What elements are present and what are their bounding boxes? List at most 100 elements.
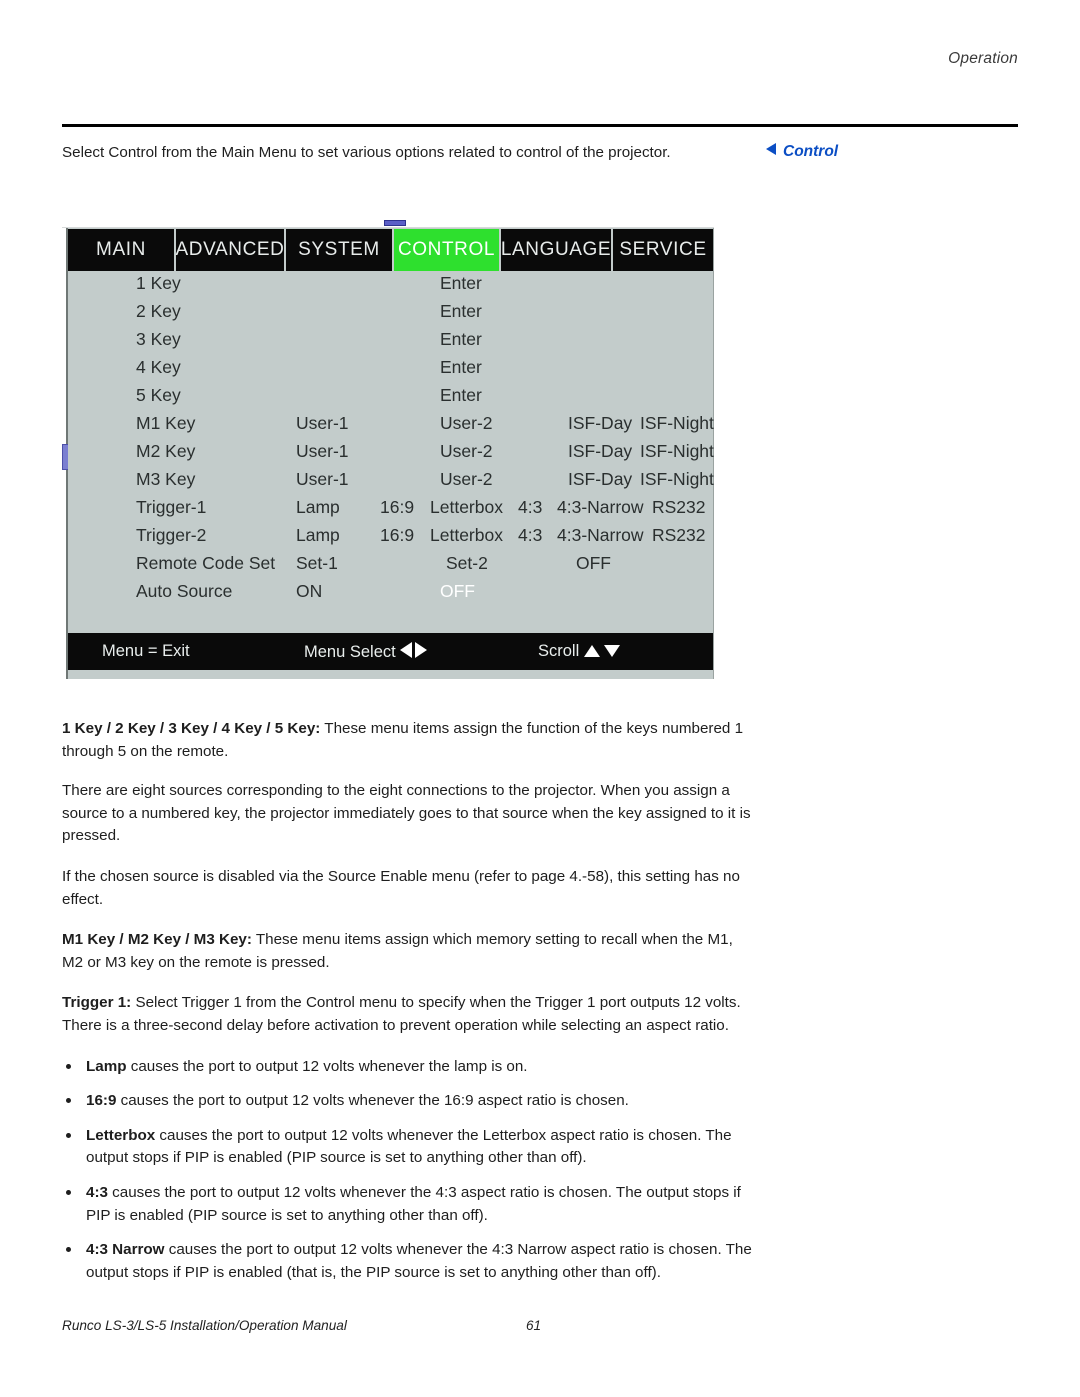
osd-row-option[interactable]: ISF-Night [640,469,714,490]
osd-row-option[interactable]: 16:9 [380,497,414,518]
trigger-option-name: 16:9 [86,1092,117,1110]
osd-menu-row[interactable]: M3 Key User-1 User-2 ISF-Day ISF-Night [68,467,714,495]
trigger-option-item: 4:3 Narrow causes the port to output 12 … [62,1239,752,1284]
bullet-dot-icon [66,1098,71,1104]
document-page: Operation Select Control from the Main M… [0,0,1080,1397]
osd-row-option[interactable]: 4:3-Narrow [557,497,644,518]
intro-paragraph: Select Control from the Main Menu to set… [62,144,671,161]
osd-row-option[interactable]: User-2 [440,469,493,490]
osd-row-option[interactable]: ON [296,581,322,602]
trigger-option-name: 4:3 [86,1183,108,1201]
trigger-option-description: causes the port to output 12 volts whene… [86,1126,732,1167]
osd-row-option[interactable]: OFF [576,553,611,574]
osd-row-option[interactable]: Enter [440,301,482,322]
paragraph-trigger1-lead: Trigger 1: [62,994,132,1012]
bullet-dot-icon [66,1247,71,1253]
tab-service[interactable]: SERVICE [613,229,713,271]
paragraph-keys: 1 Key / 2 Key / 3 Key / 4 Key / 5 Key: T… [62,718,752,763]
osd-row-option[interactable]: Enter [440,357,482,378]
osd-row-option[interactable]: 4:3 [518,497,542,518]
osd-row-option[interactable]: ISF-Night [640,441,714,462]
paragraph-sources: There are eight sources corresponding to… [62,782,751,845]
osd-row-label: 3 Key [136,329,181,349]
trigger-option-name: 4:3 Narrow [86,1241,165,1259]
arrow-up-icon [583,645,600,657]
paragraph-source-enable: If the chosen source is disabled via the… [62,867,740,908]
trigger-option-name: Letterbox [86,1126,156,1144]
osd-row-option[interactable]: Lamp [296,525,340,546]
osd-menu-row[interactable]: 5 Key Enter [68,383,713,411]
osd-row-option[interactable]: User-1 [296,413,349,434]
osd-menu-row[interactable]: Auto Source ON OFF [68,579,713,607]
osd-row-option[interactable]: User-1 [296,441,349,462]
osd-menu-row[interactable]: 3 Key Enter [68,327,713,355]
osd-row-option[interactable]: 16:9 [380,525,414,546]
osd-row-option[interactable]: 4:3-Narrow [557,525,644,546]
hint-scroll: Scroll [538,642,620,661]
paragraph-keys-lead: 1 Key / 2 Key / 3 Key / 4 Key / 5 Key: [62,720,321,737]
osd-row-option[interactable]: Set-2 [446,553,488,574]
osd-row-option[interactable]: User-2 [440,441,493,462]
osd-row-option[interactable]: RS232 [652,525,706,546]
tab-main[interactable]: MAIN [68,229,176,271]
osd-row-option[interactable]: ISF-Day [568,413,632,434]
trigger-option-name: Lamp [86,1057,127,1075]
osd-row-option[interactable]: Enter [440,273,482,294]
osd-row-option[interactable]: Lamp [296,497,340,518]
osd-row-option[interactable]: User-1 [296,469,349,490]
osd-menu-row[interactable]: 4 Key Enter [68,355,713,383]
margin-note-control: Control [766,143,838,161]
left-triangle-icon [766,143,776,155]
bullet-dot-icon [66,1132,71,1138]
body-copy: 1 Key / 2 Key / 3 Key / 4 Key / 5 Key: T… [62,718,752,1296]
osd-row-option[interactable]: Enter [440,385,482,406]
trigger-option-item: 16:9 causes the port to output 12 volts … [62,1090,752,1113]
bullet-dot-icon [66,1063,71,1069]
osd-row-option[interactable]: ISF-Day [568,441,632,462]
osd-menu-row[interactable]: 2 Key Enter [68,299,713,327]
osd-row-option[interactable]: Letterbox [430,525,503,546]
osd-screenshot: MAIN ADVANCED SYSTEM CONTROL LANGUAGE SE… [62,219,714,679]
osd-menu-row[interactable]: M2 Key User-1 User-2 ISF-Day ISF-Night [68,439,714,467]
osd-menu-row[interactable]: 1 Key Enter [68,271,713,299]
osd-row-label: 5 Key [136,385,181,405]
arrow-left-icon [400,642,413,658]
running-header: Operation [948,50,1018,67]
trigger-option-item: 4:3 causes the port to output 12 volts w… [62,1182,752,1227]
trigger-option-item: Letterbox causes the port to output 12 v… [62,1125,752,1170]
osd-row-option[interactable]: Letterbox [430,497,503,518]
osd-row-option[interactable]: Set-1 [296,553,338,574]
osd-menu-row[interactable]: Trigger-1 Lamp 16:9 Letterbox 4:3 4:3-Narrow R… [68,495,713,523]
hint-menu-select-label: Menu Select [304,643,396,661]
osd-row-label: 4 Key [136,357,181,377]
paragraph-trigger1: Trigger 1: Select Trigger 1 from the Con… [62,992,752,1037]
osd-row-option[interactable]: User-2 [440,413,493,434]
tab-system[interactable]: SYSTEM [286,229,394,271]
osd-row-label: Trigger-2 [136,525,207,545]
osd-row-option[interactable]: OFF [440,581,475,602]
paragraph-trigger1-text: Select Trigger 1 from the Control menu t… [62,994,741,1034]
arrow-right-icon [415,642,428,658]
osd-row-option[interactable]: ISF-Day [568,469,632,490]
hint-scroll-label: Scroll [538,642,580,660]
tab-language[interactable]: LANGUAGE [501,229,613,271]
trigger-option-item: Lamp causes the port to output 12 volts … [62,1056,752,1079]
osd-horizontal-scroll-thumb[interactable] [384,220,406,226]
osd-menu-row[interactable]: Remote Code Set Set-1 Set-2 OFF [68,551,713,579]
osd-horizontal-scrollbar[interactable] [62,219,714,228]
bullet-dot-icon [66,1189,71,1195]
osd-row-option[interactable]: Enter [440,329,482,350]
osd-row-option[interactable]: RS232 [652,497,706,518]
trigger-option-description: causes the port to output 12 volts whene… [116,1092,629,1110]
osd-row-option[interactable]: 4:3 [518,525,542,546]
osd-row-label: 2 Key [136,301,181,321]
arrow-down-icon [603,645,620,657]
tab-advanced[interactable]: ADVANCED [176,229,286,271]
osd-menu-row[interactable]: M1 Key User-1 User-2 ISF-Day ISF-Night [68,411,714,439]
hint-menu-select: Menu Select [304,642,428,662]
osd-row-option[interactable]: ISF-Night [640,413,714,434]
header-rule [62,124,1018,127]
osd-hint-bar: Menu = Exit Menu Select Scroll [68,633,713,670]
osd-menu-row[interactable]: Trigger-2 Lamp 16:9 Letterbox 4:3 4:3-Narrow R… [68,523,713,551]
tab-control[interactable]: CONTROL [394,229,501,271]
